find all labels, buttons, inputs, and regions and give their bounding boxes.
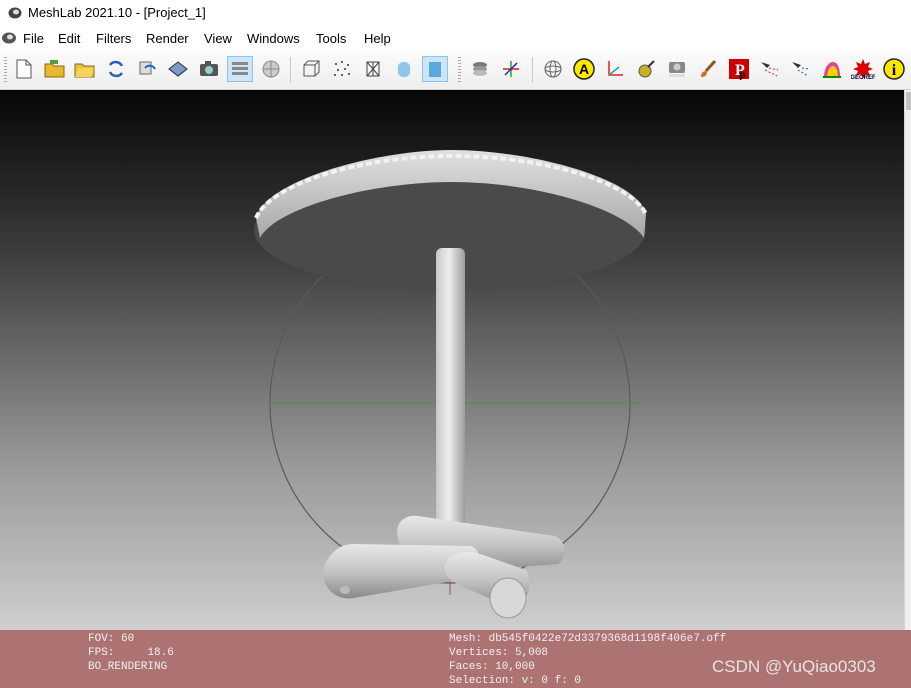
paintbrush-icon: [701, 59, 717, 77]
import-mesh-button[interactable]: [72, 56, 98, 82]
z-paint-button[interactable]: [819, 56, 845, 82]
menu-bar: File Edit Filters Render View Windows To…: [0, 28, 911, 50]
info-button[interactable]: i: [881, 56, 907, 82]
points-button[interactable]: [329, 56, 355, 82]
georef-button[interactable]: GEOREF: [850, 56, 876, 82]
points-icon: [334, 61, 350, 76]
measure-button[interactable]: [633, 56, 659, 82]
scrollbar-thumb[interactable]: [906, 92, 911, 110]
open-project-button[interactable]: [42, 56, 68, 82]
select-connected-icon: [792, 62, 811, 77]
toolbar-grip[interactable]: [458, 57, 461, 83]
3d-viewport[interactable]: [0, 90, 904, 630]
document-system-icon[interactable]: [1, 31, 17, 45]
menu-view[interactable]: View: [204, 31, 232, 46]
render-mode-readout: BO_RENDERING: [88, 661, 168, 673]
select-vertices-button[interactable]: [757, 56, 783, 82]
menu-windows[interactable]: Windows: [247, 31, 300, 46]
pickpoints-button[interactable]: Pp: [726, 56, 752, 82]
raster-align-icon: [669, 62, 685, 77]
window-title: MeshLab 2021.10 - [Project_1]: [28, 5, 206, 20]
vertices-readout: Vertices: 5,008: [449, 647, 549, 659]
decorate-axes-button[interactable]: [498, 56, 524, 82]
paint-button[interactable]: [695, 56, 721, 82]
mesh-render: [254, 150, 648, 619]
bbox-icon: [303, 60, 320, 77]
menu-edit[interactable]: Edit: [58, 31, 80, 46]
flat-shading-button[interactable]: [391, 56, 417, 82]
raster-layer-button[interactable]: [258, 56, 284, 82]
export-icon: [168, 61, 188, 77]
layer-dialog-button[interactable]: [227, 56, 253, 82]
menu-help[interactable]: Help: [364, 31, 391, 46]
flat-icon: [398, 62, 410, 77]
smooth-icon: [429, 62, 441, 77]
vertical-scrollbar[interactable]: [904, 90, 911, 630]
reload-all-icon: [139, 61, 156, 75]
reload-all-button[interactable]: [134, 56, 160, 82]
svg-text:A: A: [579, 61, 589, 77]
toolbar: A Pp GEOREF i: [0, 51, 911, 90]
wireframe-icon: [366, 61, 380, 77]
fov-readout: FOV: 60: [88, 633, 135, 645]
new-project-button[interactable]: [11, 56, 37, 82]
select-icon: [761, 62, 779, 77]
camera-icon: [200, 61, 218, 76]
svg-text:i: i: [892, 62, 897, 79]
menu-tools[interactable]: Tools: [316, 31, 346, 46]
show-axis-button[interactable]: [602, 56, 628, 82]
import-folder-icon: [74, 63, 95, 78]
trackball-button[interactable]: [540, 56, 566, 82]
toolbar-separator: [532, 57, 533, 83]
toolbar-grip[interactable]: [4, 57, 7, 83]
layers-icon: [232, 62, 248, 75]
svg-text:GEOREF: GEOREF: [851, 75, 875, 80]
wireframe-button[interactable]: [360, 56, 386, 82]
export-mesh-button[interactable]: [165, 56, 191, 82]
menu-render[interactable]: Render: [146, 31, 189, 46]
table-pole: [436, 248, 465, 558]
table-base: [322, 515, 565, 619]
reload-icon: [108, 60, 124, 78]
info-icon: i: [883, 58, 905, 80]
mesh-name-readout: Mesh: db545f0422e72d3379368d1198f406e7.o…: [449, 633, 727, 645]
axis-icon: [608, 61, 623, 76]
select-connected-button[interactable]: [788, 56, 814, 82]
watermark: CSDN @YuQiao0303: [712, 657, 876, 676]
pickpoints-icon: Pp: [729, 59, 749, 80]
snapshot-button[interactable]: [196, 56, 222, 82]
smooth-shading-button[interactable]: [422, 56, 448, 82]
meshlab-logo-icon: [8, 7, 22, 19]
toolbar-separator: [290, 57, 291, 83]
raster-align-button[interactable]: [664, 56, 690, 82]
georef-icon: GEOREF: [851, 59, 875, 80]
new-document-icon: [16, 59, 32, 79]
title-bar: MeshLab 2021.10 - [Project_1]: [0, 0, 911, 26]
decorate-stack-button[interactable]: [467, 56, 493, 82]
bounding-box-button[interactable]: [298, 56, 324, 82]
show-labels-button[interactable]: A: [571, 56, 597, 82]
svg-text:p: p: [739, 67, 746, 80]
measure-icon: [638, 60, 655, 78]
reload-button[interactable]: [103, 56, 129, 82]
faces-readout: Faces: 10,000: [449, 661, 535, 673]
open-folder-icon: [44, 60, 65, 78]
trackball-icon: [544, 60, 562, 78]
raster-icon: [262, 60, 280, 78]
zpaint-icon: [823, 62, 841, 78]
selection-readout: Selection: v: 0 f: 0: [449, 675, 582, 687]
fps-readout: FPS: 18.6: [88, 647, 174, 659]
stack-icon: [473, 62, 487, 76]
menu-filters[interactable]: Filters: [96, 31, 131, 46]
label-a-icon: A: [573, 58, 595, 80]
axes-burst-icon: [503, 61, 519, 77]
menu-file[interactable]: File: [23, 31, 44, 46]
